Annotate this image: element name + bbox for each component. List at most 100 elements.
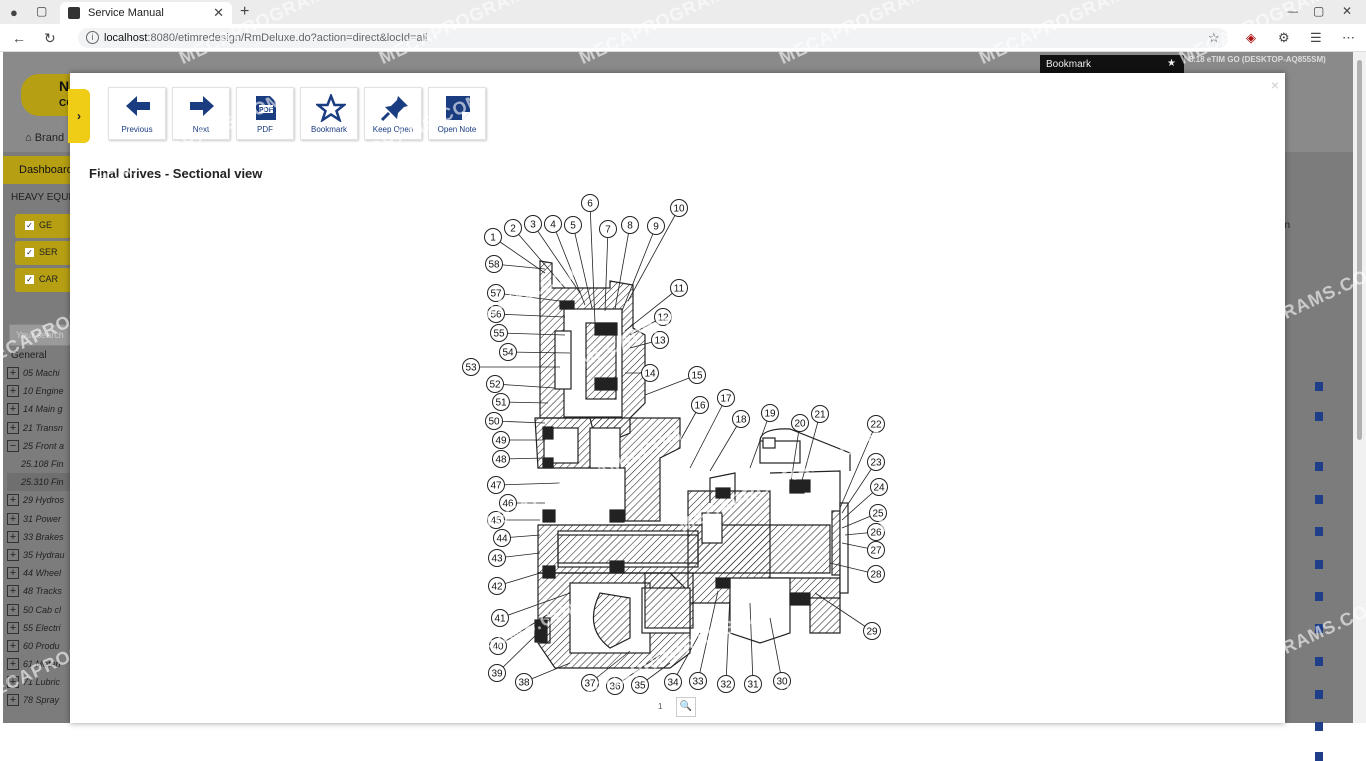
tree-item-label: 55 Electri: [23, 622, 61, 633]
tree-item-label: 31 Power: [23, 513, 62, 524]
callout-number: 7: [605, 225, 611, 236]
expand-icon[interactable]: +: [7, 530, 19, 543]
back-icon[interactable]: ←: [12, 30, 26, 46]
tree-item[interactable]: +50 Cab cl: [7, 600, 75, 618]
callout-number: 9: [653, 222, 659, 233]
dashboard-tab[interactable]: Dashboard: [3, 156, 75, 184]
filter-checkbox-ge[interactable]: ✓ GE: [15, 214, 75, 238]
tree-item[interactable]: +05 Machi: [7, 364, 75, 382]
flag-icon[interactable]: [1315, 560, 1323, 569]
site-info-icon[interactable]: i: [86, 31, 99, 44]
scrollbar-thumb[interactable]: [1357, 60, 1362, 440]
tree-item-label: 35 Hydrau: [23, 549, 65, 560]
tree-item[interactable]: +31 Power: [7, 510, 75, 528]
callout-number: 1: [490, 233, 496, 244]
callout-number: 4: [550, 220, 556, 231]
reload-icon[interactable]: ↻: [44, 30, 56, 47]
tree-item[interactable]: +48 Tracks: [7, 582, 75, 600]
star-icon[interactable]: ★: [1167, 58, 1176, 69]
flag-icon[interactable]: [1315, 382, 1323, 391]
tab-title: Service Manual: [88, 7, 164, 19]
expand-icon[interactable]: +: [7, 567, 19, 580]
tree-item-label: 25 Front a: [23, 440, 65, 451]
callout-number: 27: [870, 546, 882, 557]
close-window-icon[interactable]: ✕: [1342, 4, 1352, 18]
callout-number: 52: [489, 380, 501, 391]
expand-icon[interactable]: +: [7, 512, 19, 525]
tree-item[interactable]: +21 Transn: [7, 419, 75, 437]
callout-number: 19: [764, 409, 776, 420]
tree-item-label: 48 Tracks: [23, 586, 62, 597]
expand-icon[interactable]: +: [7, 694, 19, 707]
flag-icon[interactable]: [1315, 527, 1323, 536]
callout-number: 28: [870, 570, 882, 581]
callout-number: 47: [490, 481, 502, 492]
expand-icon[interactable]: +: [7, 548, 19, 561]
callout-number: 42: [491, 582, 503, 593]
browser-tab[interactable]: Service Manual ✕: [60, 2, 232, 24]
expand-icon[interactable]: +: [7, 603, 19, 616]
expand-icon[interactable]: +: [7, 403, 19, 416]
tree-item-label: 60 Produ: [23, 640, 60, 651]
expand-icon[interactable]: +: [7, 639, 19, 652]
extensions-puzzle-icon[interactable]: ⚙: [1278, 30, 1290, 46]
expand-icon[interactable]: +: [7, 421, 19, 434]
tree-item[interactable]: 25.108 Fin: [7, 455, 75, 473]
tree-item[interactable]: +14 Main g: [7, 400, 75, 418]
tree-item-label: 10 Engine: [23, 386, 64, 397]
zoom-icon: 🔍: [679, 701, 693, 712]
flag-icon[interactable]: [1315, 722, 1323, 731]
flag-icon[interactable]: [1315, 412, 1323, 421]
callout-number: 32: [720, 680, 732, 691]
collapse-icon[interactable]: −: [7, 439, 19, 452]
expand-icon[interactable]: +: [7, 621, 19, 634]
callout-number: 15: [691, 371, 703, 382]
filter-checkbox-ser[interactable]: ✓ SER: [15, 241, 75, 265]
tab-actions-icon[interactable]: ▢: [36, 4, 47, 18]
tree-item[interactable]: +35 Hydrau: [7, 546, 75, 564]
tree-item-label: 50 Cab cl: [23, 604, 62, 615]
flag-icon[interactable]: [1315, 495, 1323, 504]
favorites-icon[interactable]: ☰: [1310, 30, 1322, 46]
more-menu-icon[interactable]: ⋯: [1342, 30, 1355, 46]
tree-item[interactable]: +10 Engine: [7, 382, 75, 400]
tree-item-label: 44 Wheel: [23, 568, 62, 579]
tree-item[interactable]: +29 Hydros: [7, 491, 75, 509]
filter-checkbox-car[interactable]: ✓ CAR: [15, 268, 75, 292]
tree-item-label: 25.108 Fin: [21, 459, 64, 470]
flag-icon[interactable]: [1315, 752, 1323, 761]
callout-number: 29: [866, 627, 878, 638]
callout-number: 21: [814, 410, 826, 421]
callout-number: 50: [488, 417, 500, 428]
callout-number: 10: [673, 204, 685, 215]
tree-item[interactable]: +44 Wheel: [7, 564, 75, 582]
tree-item[interactable]: +55 Electri: [7, 619, 75, 637]
tree-item-label: 29 Hydros: [23, 495, 65, 506]
close-tab-icon[interactable]: ✕: [213, 5, 224, 21]
callout-number: 44: [496, 534, 508, 545]
expand-icon[interactable]: +: [7, 494, 19, 507]
tree-item[interactable]: −25 Front a: [7, 437, 75, 455]
bookmark-panel-header[interactable]: Bookmark ★: [1040, 55, 1184, 75]
flag-icon[interactable]: [1315, 592, 1323, 601]
flag-icon[interactable]: [1315, 657, 1323, 666]
profile-icon[interactable]: ●: [10, 5, 18, 20]
callout-number: 6: [587, 199, 593, 210]
tree-item[interactable]: +78 Spray: [7, 691, 75, 709]
callout-number: 17: [720, 394, 732, 405]
tree-item[interactable]: +33 Brakes: [7, 528, 75, 546]
brand-breadcrumb[interactable]: ⌂ Brand: [25, 132, 64, 144]
callout-number: 11: [674, 284, 685, 295]
expand-icon[interactable]: +: [7, 385, 19, 398]
expand-icon[interactable]: +: [7, 367, 19, 380]
flag-icon[interactable]: [1315, 462, 1323, 471]
tree-item[interactable]: 25.310 Fin: [7, 473, 75, 492]
callout-number: 14: [644, 369, 656, 380]
callout-leader: [621, 225, 657, 312]
zoom-button[interactable]: 🔍: [676, 697, 696, 717]
callout-number: 51: [495, 398, 507, 409]
callout-number: 33: [692, 677, 704, 688]
expand-icon[interactable]: +: [7, 585, 19, 598]
flag-icon[interactable]: [1315, 690, 1323, 699]
callout-number: 3: [530, 220, 536, 231]
